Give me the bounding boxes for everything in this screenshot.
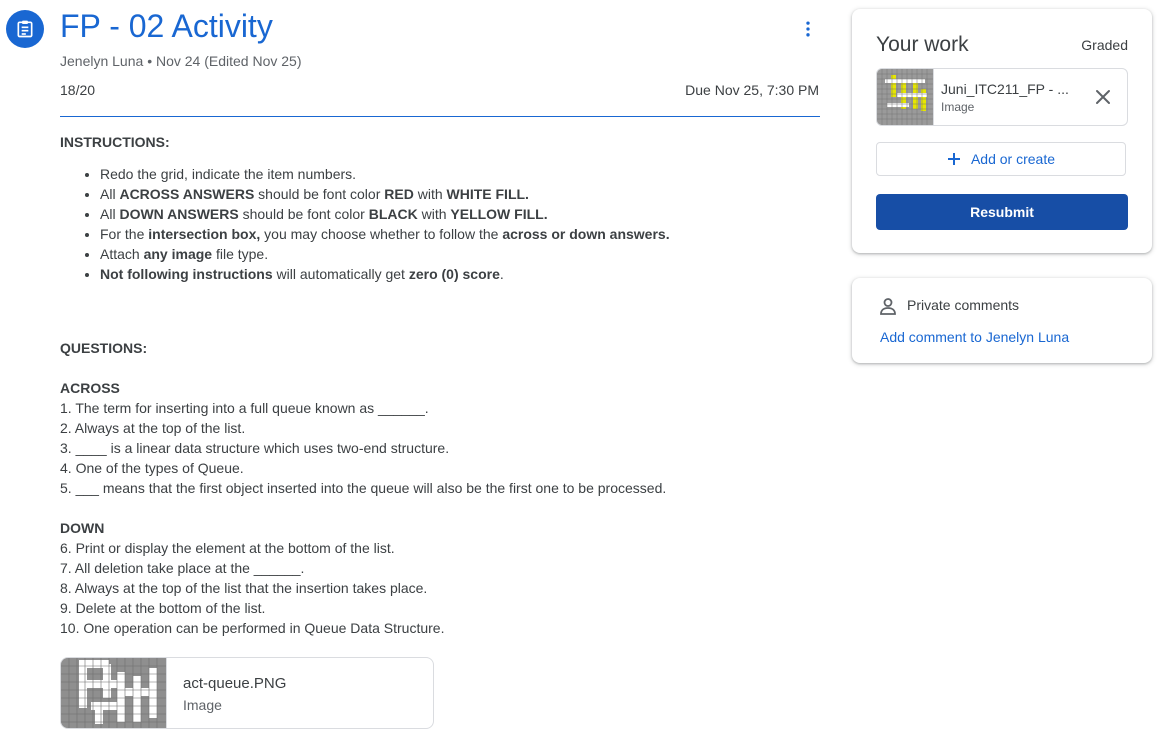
instruction-text: BLACK [368, 206, 418, 222]
question-item: 2. Always at the top of the list. [60, 420, 246, 436]
instruction-text: RED [384, 186, 414, 202]
more-options-button[interactable] [793, 14, 823, 44]
instruction-text: with [417, 206, 451, 222]
your-work-title: Your work [876, 33, 969, 56]
question-item: 7. All deletion take place at the ______… [60, 560, 305, 576]
question-item: 5. ___ means that the first object inser… [60, 480, 667, 496]
points-score: 18/20 [60, 82, 96, 98]
instructions-list: Redo the grid, indicate the item numbers… [60, 164, 820, 284]
private-comments-title: Private comments [907, 297, 1020, 313]
add-comment-link[interactable]: Add comment to Jenelyn Luna [880, 329, 1069, 345]
instruction-text: All [100, 186, 120, 202]
resubmit-button[interactable]: Resubmit [876, 194, 1128, 230]
instruction-item: Attach any image file type. [100, 244, 820, 264]
your-work-card: Your work Graded Juni_ITC211_FP - ... Im… [852, 9, 1152, 253]
instruction-text: zero (0) score [408, 266, 500, 282]
more-vert-icon [806, 21, 810, 37]
file-name: Juni_ITC211_FP - ... [941, 81, 1069, 97]
due-date: Due Nov 25, 7:30 PM [685, 82, 819, 98]
attachment-name: act-queue.PNG [183, 675, 287, 692]
instruction-text: intersection box, [148, 226, 261, 242]
instruction-text: ACROSS ANSWERS [119, 186, 255, 202]
meta-separator: • [147, 53, 153, 69]
add-or-create-button[interactable]: Add or create [876, 142, 1126, 176]
question-item: 8. Always at the top of the list that th… [60, 580, 428, 596]
instruction-item: For the intersection box, you may choose… [100, 224, 820, 244]
instruction-text: any image [143, 246, 213, 262]
instruction-text: . [499, 266, 504, 282]
graded-status: Graded [1081, 37, 1128, 53]
instruction-item: Redo the grid, indicate the item numbers… [100, 164, 820, 184]
plus-icon [947, 153, 960, 165]
question-item: 6. Print or display the element at the b… [60, 540, 395, 556]
remove-file-button[interactable] [1093, 87, 1113, 107]
private-comments-card: Private comments Add comment to Jenelyn … [852, 278, 1152, 363]
instruction-text: should be font color [254, 186, 385, 202]
header-divider [60, 116, 820, 117]
instruction-text: across or down answers. [502, 226, 670, 242]
instruction-text: with [413, 186, 447, 202]
file-type: Image [941, 100, 975, 114]
question-item: 3. ____ is a linear data structure which… [60, 440, 450, 456]
instruction-text: YELLOW FILL. [450, 206, 548, 222]
instruction-item: Not following instructions will automati… [100, 264, 820, 284]
add-or-create-label: Add or create [970, 151, 1056, 167]
assignment-description: INSTRUCTIONS: Redo the grid, indicate th… [60, 132, 820, 638]
instruction-text: Redo the grid, indicate the item numbers… [100, 166, 357, 182]
attachment-type: Image [183, 697, 222, 713]
instruction-text: WHITE FILL. [446, 186, 529, 202]
person-icon [880, 298, 896, 315]
post-meta: Jenelyn Luna • Nov 24 (Edited Nov 25) [60, 53, 302, 69]
question-item: 1. The term for inserting into a full qu… [60, 400, 429, 416]
assignment-icon [6, 10, 44, 48]
instruction-text: For the [100, 226, 149, 242]
close-icon [1096, 90, 1110, 104]
instruction-text: DOWN ANSWERS [119, 206, 239, 222]
attachment-thumbnail [61, 658, 167, 728]
instruction-text: All [100, 206, 120, 222]
question-item: 10. One operation can be performed in Qu… [60, 620, 445, 636]
instruction-item: All DOWN ANSWERS should be font color BL… [100, 204, 820, 224]
post-date: Nov 24 (Edited Nov 25) [155, 53, 302, 69]
instruction-item: All ACROSS ANSWERS should be font color … [100, 184, 820, 204]
instruction-text: Not following instructions [100, 266, 273, 282]
page-title: FP - 02 Activity [60, 8, 273, 44]
question-item: 4. One of the types of Queue. [60, 460, 244, 476]
submitted-file[interactable]: Juni_ITC211_FP - ... Image [876, 68, 1128, 126]
question-item: 9. Delete at the bottom of the list. [60, 600, 266, 616]
instruction-text: will automatically get [272, 266, 409, 282]
file-thumbnail [877, 69, 934, 125]
down-heading: DOWN [60, 520, 105, 536]
instruction-text: should be font color [238, 206, 369, 222]
instruction-text: you may choose whether to follow the [260, 226, 503, 242]
instructions-heading: INSTRUCTIONS: [60, 134, 170, 150]
author-name: Jenelyn Luna [60, 53, 144, 69]
attachment-card[interactable]: act-queue.PNG Image [60, 657, 434, 729]
instruction-text: file type. [212, 246, 269, 262]
questions-heading: QUESTIONS: [60, 340, 148, 356]
across-heading: ACROSS [60, 380, 120, 396]
instruction-text: Attach [100, 246, 144, 262]
